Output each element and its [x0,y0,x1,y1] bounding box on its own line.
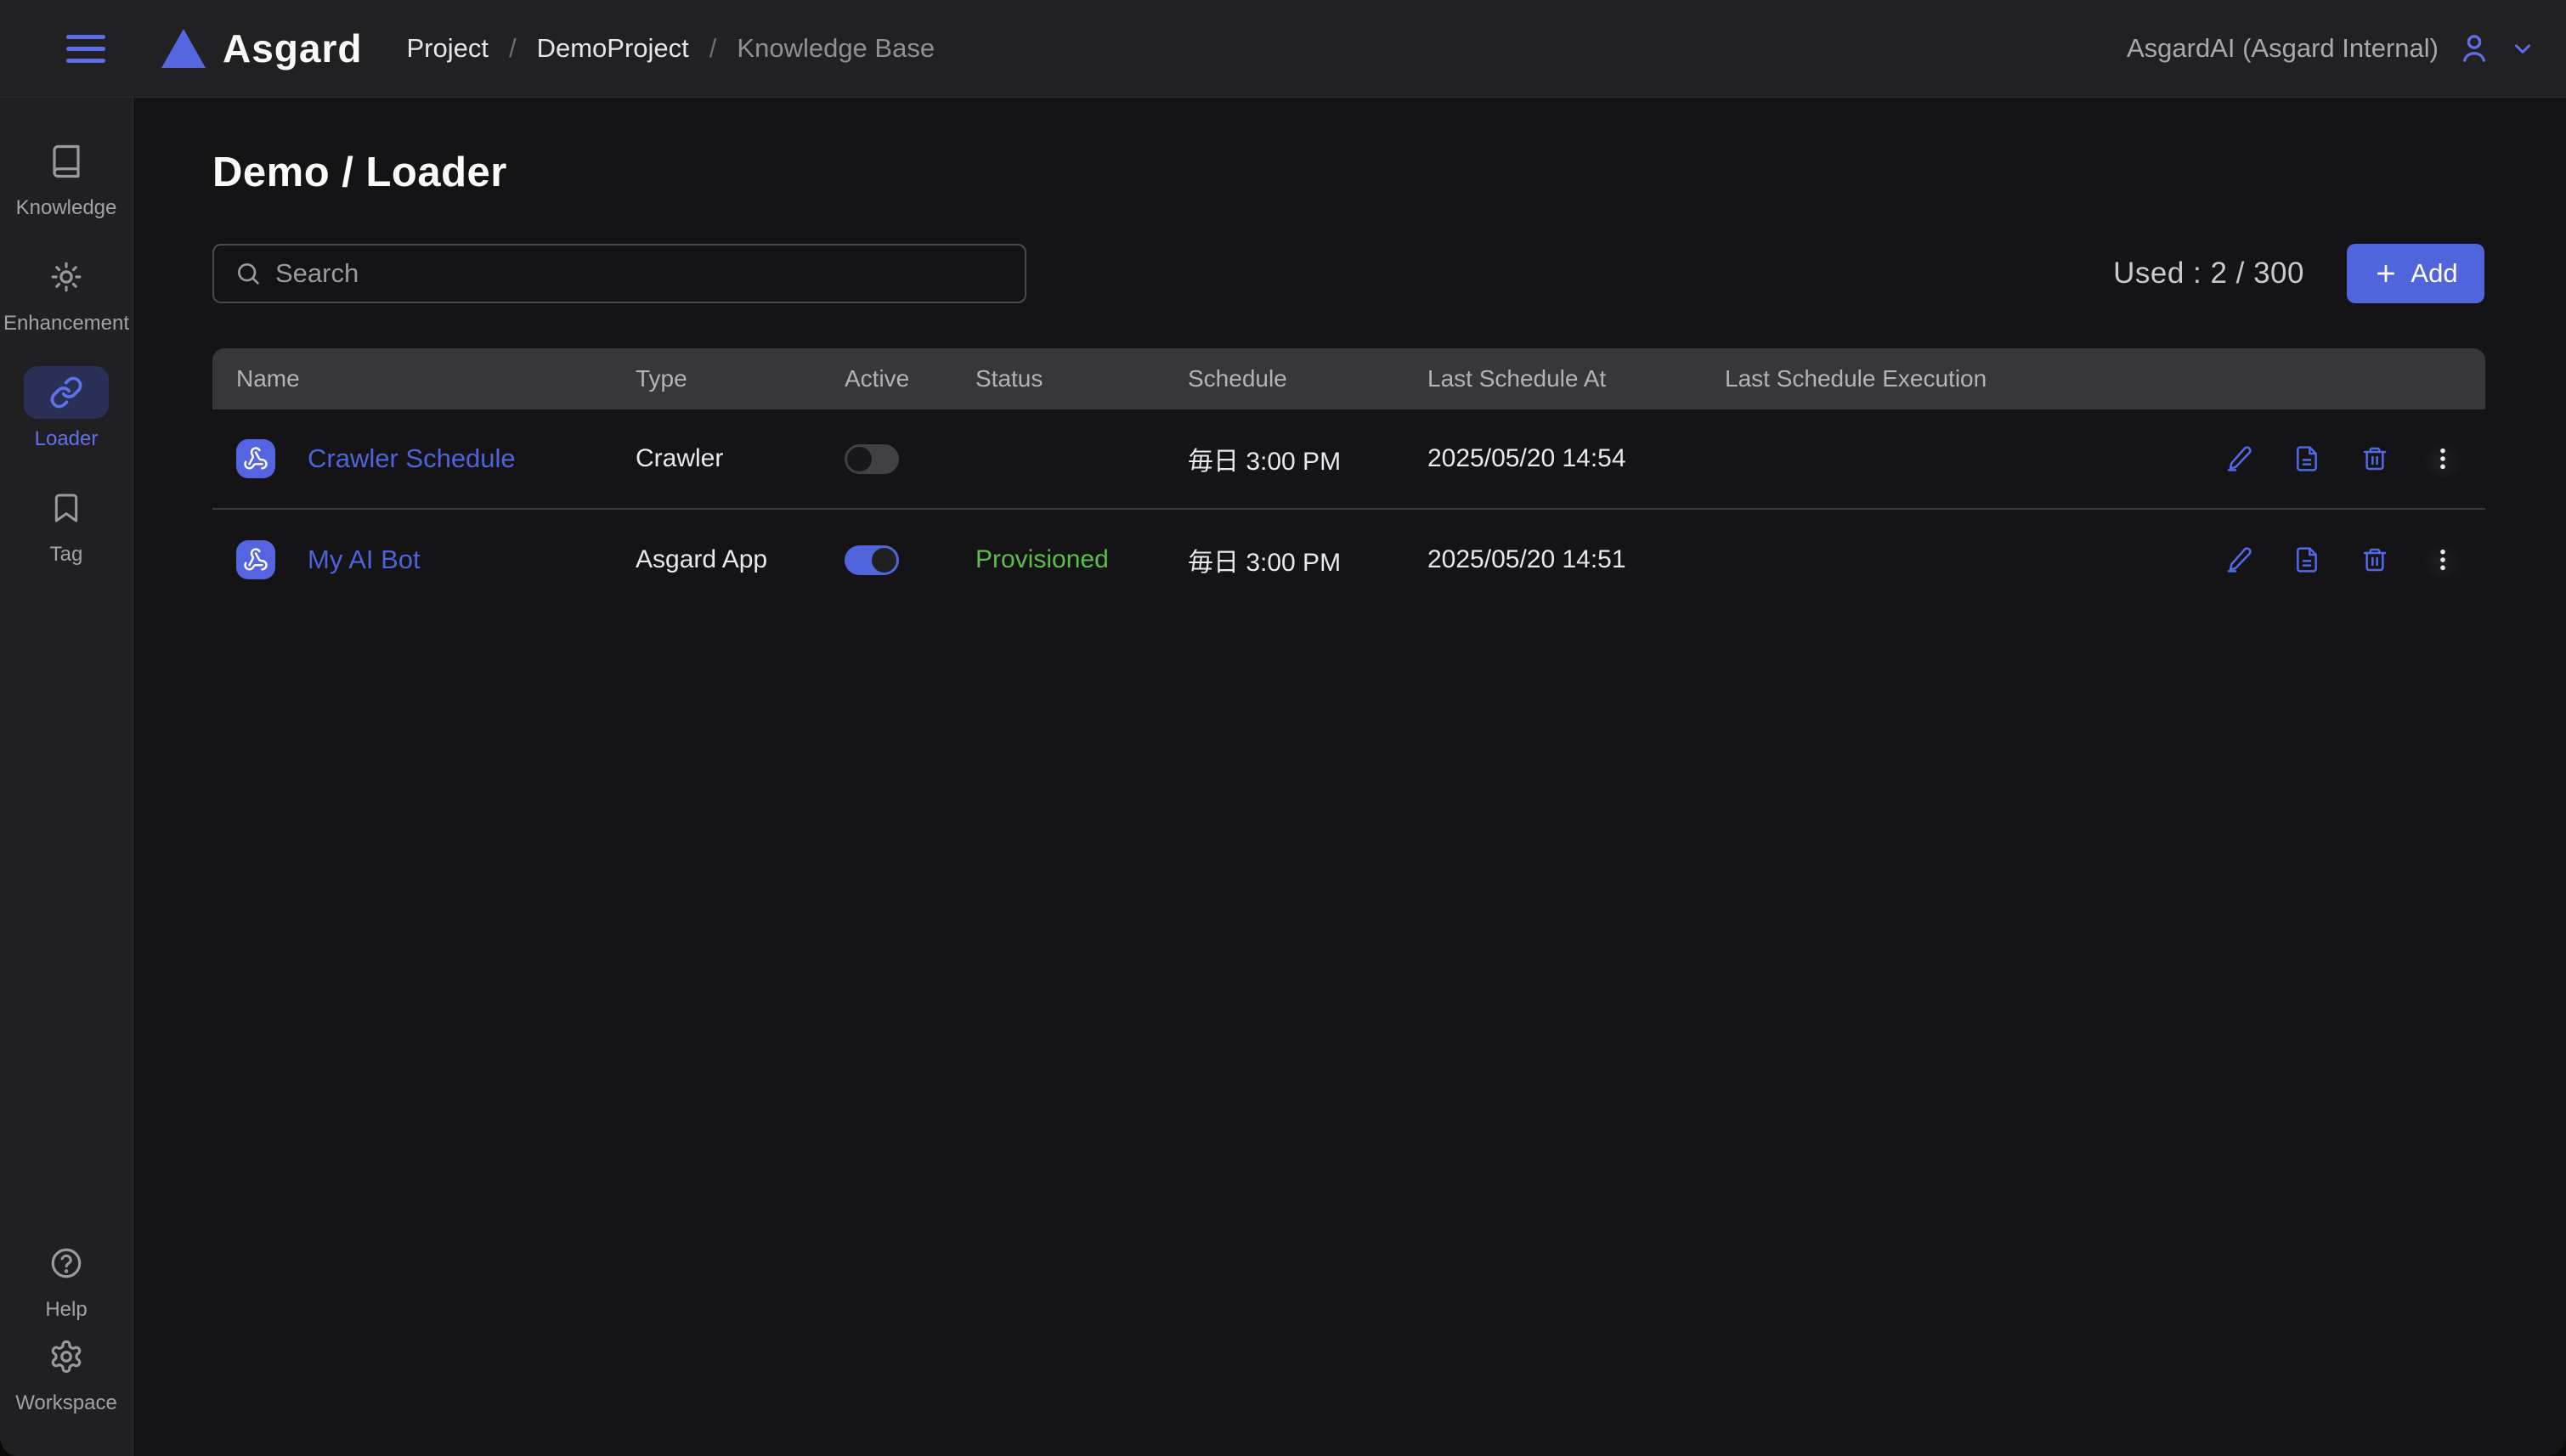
usage-counter: Used : 2 / 300 [2113,257,2304,291]
trash-icon[interactable] [2356,541,2394,578]
table-row: Crawler Schedule Crawler 毎日 3:00 PM 2025… [212,409,2485,510]
search-box[interactable] [212,244,1026,303]
column-header-active: Active [845,365,975,392]
main-content: Demo / Loader Used : 2 / 300 Add [133,98,2566,1456]
column-header-schedule: Schedule [1188,365,1427,392]
gear-icon [48,1339,84,1374]
row-last-schedule-at: 2025/05/20 14:51 [1427,545,1725,574]
active-toggle[interactable] [845,545,899,575]
top-navbar: Asgard Project / DemoProject / Knowledge… [0,0,2566,98]
row-type: Crawler [636,444,845,473]
sidebar-item-label: Help [45,1298,87,1322]
brightness-icon [48,259,84,295]
trash-icon[interactable] [2356,440,2394,477]
row-status: Provisioned [975,545,1188,574]
edit-icon[interactable] [2220,541,2258,578]
sidebar-item-enhancement[interactable]: Enhancement [0,251,133,336]
column-header-name: Name [236,365,636,392]
sidebar-item-label: Loader [35,427,99,451]
sidebar-item-help[interactable]: Help [0,1237,133,1322]
brand-name: Asgard [223,25,362,71]
row-schedule: 毎日 3:00 PM [1188,541,1427,578]
brand: Asgard [161,25,362,71]
app-window: Asgard Project / DemoProject / Knowledge… [0,0,2566,1456]
add-button[interactable]: Add [2347,244,2484,303]
breadcrumb-item-project[interactable]: Project [406,33,488,64]
sidebar-item-knowledge[interactable]: Knowledge [0,135,133,220]
breadcrumb-item-demoproject[interactable]: DemoProject [537,33,689,64]
sidebar-item-label: Knowledge [16,196,117,220]
edit-icon[interactable] [2220,440,2258,477]
file-text-icon[interactable] [2288,541,2326,578]
search-icon [235,260,262,287]
account-name: AsgardAI (Asgard Internal) [2127,33,2439,64]
sidebar-item-label: Enhancement [3,312,129,336]
row-actions [2220,440,2461,477]
breadcrumb-item-knowledge-base: Knowledge Base [737,33,935,64]
column-header-last-schedule-at: Last Schedule At [1427,365,1725,392]
row-schedule: 毎日 3:00 PM [1188,440,1427,477]
column-header-last-schedule-execution: Last Schedule Execution [1725,365,2201,392]
page-title: Demo / Loader [212,149,2484,196]
breadcrumb-separator: / [709,33,717,64]
row-type: Asgard App [636,545,845,574]
row-last-schedule-at: 2025/05/20 14:54 [1427,444,1725,473]
loader-table: Name Type Active Status Schedule Last Sc… [212,348,2485,610]
user-icon[interactable] [2457,31,2491,65]
row-actions [2220,541,2461,578]
row-name-link[interactable]: Crawler Schedule [308,443,516,474]
sidebar: Knowledge Enhancement Loader Tag [0,98,133,1456]
book-icon [48,144,84,179]
sidebar-item-tag[interactable]: Tag [0,482,133,567]
sidebar-item-loader[interactable]: Loader [0,366,133,451]
sidebar-item-workspace[interactable]: Workspace [0,1330,133,1415]
active-toggle[interactable] [845,444,899,474]
add-button-label: Add [2411,258,2457,289]
column-header-type: Type [636,365,845,392]
search-input[interactable] [275,258,1004,289]
help-circle-icon [48,1245,84,1281]
breadcrumb-separator: / [509,33,517,64]
hamburger-menu-icon[interactable] [61,30,110,68]
table-header-row: Name Type Active Status Schedule Last Sc… [212,348,2485,409]
toolbar: Used : 2 / 300 Add [212,244,2484,303]
sidebar-item-label: Workspace [15,1391,117,1415]
column-header-status: Status [975,365,1188,392]
webhook-icon [236,439,275,478]
kebab-menu-icon[interactable] [2424,541,2461,578]
row-name-link[interactable]: My AI Bot [308,545,421,575]
breadcrumb: Project / DemoProject / Knowledge Base [406,33,935,64]
chevron-down-icon[interactable] [2510,36,2535,61]
file-text-icon[interactable] [2288,440,2326,477]
link-icon [49,375,83,409]
plus-icon [2373,261,2399,286]
webhook-icon [236,540,275,579]
triangle-logo [161,29,206,68]
kebab-menu-icon[interactable] [2424,440,2461,477]
sidebar-item-label: Tag [50,543,83,567]
bookmark-icon [49,491,83,525]
table-row: My AI Bot Asgard App Provisioned 毎日 3:00… [212,510,2485,610]
account-menu[interactable]: AsgardAI (Asgard Internal) [2127,31,2535,65]
